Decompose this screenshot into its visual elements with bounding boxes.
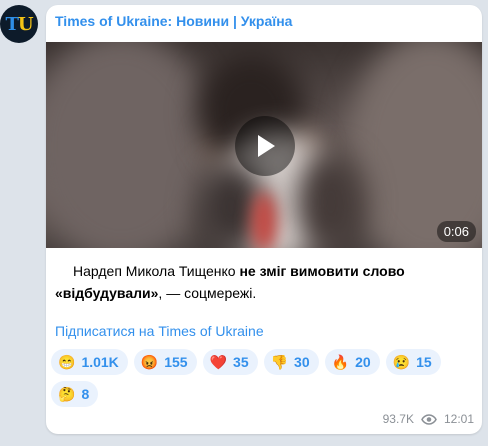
reaction-heart[interactable]: ❤️ 35: [202, 349, 258, 375]
video-blur: [251, 192, 277, 248]
reaction-count: 1.01K: [81, 354, 119, 370]
text-plain-2: , — соцмережі.: [158, 285, 257, 301]
grinning-face-icon: 😁: [58, 354, 76, 370]
eye-icon: [421, 413, 437, 425]
channel-avatar[interactable]: TU: [0, 5, 38, 43]
avatar-letter-u: U: [17, 13, 34, 35]
reaction-count: 20: [355, 354, 371, 370]
channel-name[interactable]: Times of Ukraine: Новини | Україна: [55, 13, 292, 29]
play-button[interactable]: [235, 116, 295, 176]
reaction-thumbs-down[interactable]: 👎 30: [263, 349, 319, 375]
reaction-thinking[interactable]: 🤔 8: [51, 381, 99, 407]
reaction-count: 30: [294, 354, 310, 370]
reaction-count: 35: [233, 354, 249, 370]
thumbs-down-icon: 👎: [270, 354, 289, 370]
view-count: 93.7K: [382, 412, 414, 426]
message-text: Нардеп Микола Тищенко не зміг вимовити с…: [55, 260, 473, 304]
thinking-face-icon: 🤔: [58, 386, 76, 402]
reaction-count: 155: [164, 354, 188, 370]
video-blur: [46, 42, 216, 248]
play-icon: [258, 135, 275, 157]
reactions-bar: 😁 1.01K 😡 155 ❤️ 35 👎 30 🔥 20 😢 15 🤔 8: [51, 349, 451, 407]
avatar-letter-t: T: [5, 13, 18, 35]
reaction-count: 8: [81, 386, 90, 402]
reaction-fire[interactable]: 🔥 20: [324, 349, 380, 375]
reaction-grinning[interactable]: 😁 1.01K: [51, 349, 128, 375]
message-meta: 93.7K 12:01: [383, 412, 474, 426]
text-plain-1: Нардеп Микола Тищенко: [73, 263, 240, 279]
message-time: 12:01: [443, 412, 474, 426]
text-bold-2: «відбудували»: [55, 285, 159, 301]
heart-icon: ❤️: [209, 354, 228, 370]
reaction-crying[interactable]: 😢 15: [385, 349, 441, 375]
text-bold-1: не зміг вимовити слово: [239, 263, 405, 279]
reaction-count: 15: [416, 354, 432, 370]
video-blur: [296, 152, 366, 248]
video-player[interactable]: 0:06: [46, 42, 482, 248]
video-duration: 0:06: [436, 221, 476, 242]
reaction-angry[interactable]: 😡 155: [133, 349, 197, 375]
video-blur: [346, 42, 482, 248]
message-bubble: Times of Ukraine: Новини | Україна 0:06 …: [46, 5, 482, 434]
crying-face-icon: 😢: [392, 354, 411, 370]
angry-face-icon: 😡: [140, 354, 159, 370]
subscribe-link[interactable]: Підписатися на Times of Ukraine: [55, 323, 264, 339]
fire-icon: 🔥: [331, 354, 350, 370]
